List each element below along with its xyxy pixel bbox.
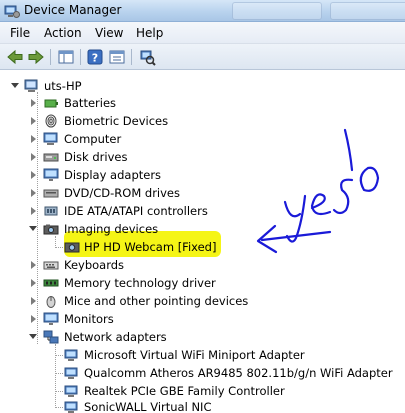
expand-arrow-icon[interactable] bbox=[31, 297, 36, 305]
device-manager-icon bbox=[4, 5, 20, 18]
tree-item-label: Batteries bbox=[64, 96, 117, 110]
battery-icon bbox=[44, 99, 58, 108]
background-window-tab[interactable] bbox=[330, 2, 405, 20]
menu-help[interactable]: Help bbox=[136, 26, 163, 40]
scan-hardware-icon[interactable] bbox=[138, 48, 156, 66]
svg-text:?: ? bbox=[92, 52, 98, 65]
disk-icon bbox=[43, 153, 59, 162]
tree-item-label: Mice and other pointing devices bbox=[64, 294, 249, 308]
toolbar: ? bbox=[0, 44, 405, 70]
tree-item-dvd-cdrom[interactable]: DVD/CD-ROM drives bbox=[0, 184, 405, 202]
tree-item-monitors[interactable]: Monitors bbox=[0, 310, 405, 328]
tree-item-label: Display adapters bbox=[64, 168, 162, 182]
tree-item-memory-technology[interactable]: Memory technology driver bbox=[0, 274, 405, 292]
network-adapter-icon bbox=[64, 401, 78, 413]
tree-guide-line bbox=[55, 247, 63, 248]
tree-item-biometric[interactable]: Biometric Devices bbox=[0, 112, 405, 130]
camera-icon bbox=[43, 224, 59, 235]
expand-arrow-icon[interactable] bbox=[31, 279, 36, 287]
tree-item-label: Monitors bbox=[64, 312, 114, 326]
tree-item-label: Memory technology driver bbox=[64, 276, 216, 290]
computer-icon bbox=[43, 132, 58, 145]
forward-icon[interactable] bbox=[27, 48, 45, 66]
tree-item-computer[interactable]: Computer bbox=[0, 130, 405, 148]
tree-item-label: IDE ATA/ATAPI controllers bbox=[64, 204, 208, 218]
tree-item-label: Qualcomm Atheros AR9485 802.11b/g/n WiFi… bbox=[84, 366, 393, 380]
expand-arrow-icon[interactable] bbox=[31, 153, 36, 161]
expand-arrow-icon[interactable] bbox=[31, 99, 36, 107]
keyboard-icon bbox=[43, 261, 59, 270]
tree-item-label: Imaging devices bbox=[64, 222, 159, 236]
expand-arrow-icon[interactable] bbox=[31, 135, 36, 143]
monitor-icon bbox=[43, 168, 59, 181]
toolbar-separator bbox=[50, 49, 51, 65]
expand-arrow-icon[interactable] bbox=[31, 315, 36, 323]
tree-item-sonicwall-nic[interactable]: SonicWALL Virtual NIC bbox=[0, 398, 405, 413]
tree-item-label: HP HD Webcam [Fixed] bbox=[84, 240, 217, 254]
tree-item-batteries[interactable]: Batteries bbox=[0, 94, 405, 112]
network-adapter-icon bbox=[64, 385, 78, 397]
ide-icon bbox=[44, 206, 58, 216]
tree-item-ide-ata[interactable]: IDE ATA/ATAPI controllers bbox=[0, 202, 405, 220]
menu-view[interactable]: View bbox=[95, 26, 123, 40]
webcam-icon bbox=[64, 242, 80, 253]
tree-item-label: Disk drives bbox=[64, 150, 128, 164]
collapse-arrow-icon[interactable] bbox=[29, 226, 37, 231]
tree-item-display-adapters[interactable]: Display adapters bbox=[0, 166, 405, 184]
expand-arrow-icon[interactable] bbox=[31, 117, 36, 125]
expand-arrow-icon[interactable] bbox=[31, 171, 36, 179]
menu-file[interactable]: File bbox=[10, 26, 30, 40]
tree-item-label: Network adapters bbox=[64, 330, 167, 344]
tree-item-label: Realtek PCIe GBE Family Controller bbox=[84, 384, 285, 398]
tree-guide-line bbox=[55, 373, 63, 374]
tree-item-network-adapters[interactable]: Network adapters bbox=[0, 328, 405, 346]
tree-item-label: Microsoft Virtual WiFi Miniport Adapter bbox=[84, 348, 305, 362]
memory-icon bbox=[43, 279, 59, 287]
tree-guide-line bbox=[55, 407, 63, 408]
help-icon[interactable]: ? bbox=[86, 48, 104, 66]
console-tree-icon[interactable] bbox=[108, 48, 126, 66]
tree-item-hp-hd-webcam[interactable]: HP HD Webcam [Fixed] bbox=[0, 238, 405, 256]
tree-item-mice[interactable]: Mice and other pointing devices bbox=[0, 292, 405, 310]
fingerprint-icon bbox=[45, 114, 57, 128]
toolbar-separator bbox=[131, 49, 132, 65]
tree-item-label: DVD/CD-ROM drives bbox=[64, 186, 180, 200]
expand-arrow-icon[interactable] bbox=[31, 261, 36, 269]
properties-pane-icon[interactable] bbox=[57, 48, 75, 66]
background-window-tab[interactable] bbox=[232, 2, 322, 20]
expand-arrow-icon[interactable] bbox=[31, 189, 36, 197]
menu-action[interactable]: Action bbox=[44, 26, 82, 40]
tree-guide-line bbox=[55, 391, 63, 392]
collapse-arrow-icon[interactable] bbox=[29, 334, 37, 339]
tree-item-label: Keyboards bbox=[64, 258, 125, 272]
title-bar: Device Manager bbox=[0, 0, 405, 22]
window-title: Device Manager bbox=[24, 3, 122, 17]
network-adapter-icon bbox=[64, 349, 78, 361]
menu-bar: File Action View Help bbox=[0, 22, 405, 44]
network-adapter-icon bbox=[64, 367, 78, 379]
tree-guide-line bbox=[55, 355, 63, 356]
tree-item-label: Computer bbox=[64, 132, 122, 146]
tree-item-imaging-devices[interactable]: Imaging devices bbox=[0, 220, 405, 238]
mouse-icon bbox=[46, 296, 56, 308]
back-icon[interactable] bbox=[6, 48, 24, 66]
toolbar-separator bbox=[80, 49, 81, 65]
tree-root-label: uts-HP bbox=[44, 79, 82, 93]
tree-item-qualcomm-atheros[interactable]: Qualcomm Atheros AR9485 802.11b/g/n WiFi… bbox=[0, 364, 405, 382]
tree-item-label: Biometric Devices bbox=[64, 114, 169, 128]
expand-arrow-icon[interactable] bbox=[31, 207, 36, 215]
monitor-icon bbox=[43, 312, 59, 325]
tree-item-microsoft-virtual-wifi[interactable]: Microsoft Virtual WiFi Miniport Adapter bbox=[0, 346, 405, 364]
collapse-arrow-icon[interactable] bbox=[11, 83, 19, 88]
computer-icon bbox=[24, 79, 38, 92]
tree-item-label: SonicWALL Virtual NIC bbox=[84, 400, 212, 413]
tree-item-disk-drives[interactable]: Disk drives bbox=[0, 148, 405, 166]
dvd-icon bbox=[43, 189, 59, 198]
network-icon bbox=[43, 330, 59, 344]
tree-item-keyboards[interactable]: Keyboards bbox=[0, 256, 405, 274]
tree-root[interactable]: uts-HP bbox=[0, 77, 405, 95]
